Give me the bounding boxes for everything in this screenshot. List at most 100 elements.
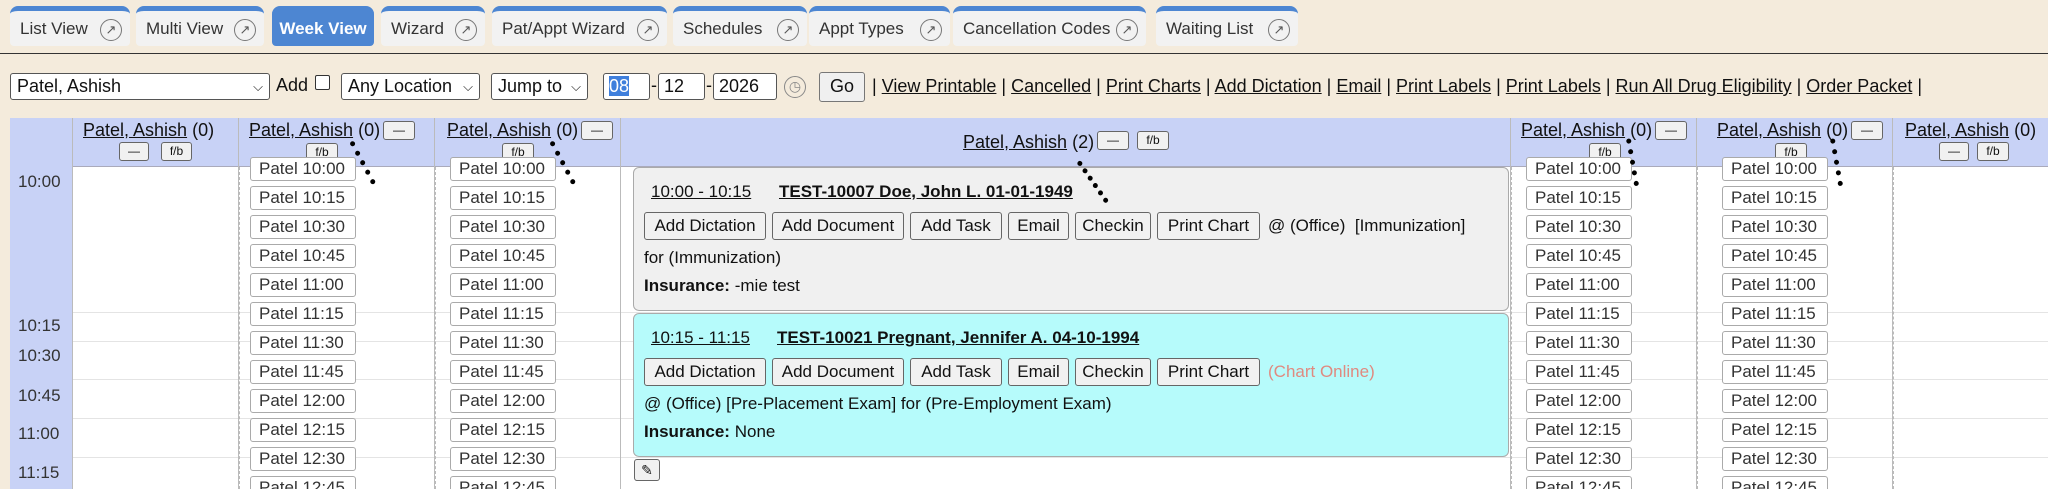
month-input[interactable]: 08 [603,73,650,100]
tab-schedules[interactable]: Schedules ↗ [673,6,807,46]
email-button[interactable]: Email [1008,212,1069,240]
add-checkbox[interactable] [315,75,330,90]
collapse-button[interactable]: — [1939,142,1969,161]
time-slot[interactable]: Patel 11:00 [450,273,556,297]
appointment-card[interactable]: 10:00 - 10:15 TEST-10007 Doe, John L. 01… [633,167,1509,311]
checkin-button[interactable]: Checkin [1075,358,1151,386]
provider-link[interactable]: Patel, Ashish [83,120,187,140]
collapse-button[interactable]: — [383,121,415,140]
time-slot[interactable]: Patel 12:30 [450,447,556,471]
external-link-icon[interactable]: ↗ [234,19,256,41]
cancelled-link[interactable]: Cancelled [1011,76,1091,96]
tab-wizard[interactable]: Wizard ↗ [381,6,485,46]
appointment-card[interactable]: 10:15 - 11:15 TEST-10021 Pregnant, Jenni… [633,313,1509,457]
time-slot[interactable]: Patel 12:15 [250,418,356,442]
add-task-button[interactable]: Add Task [910,358,1002,386]
time-slot[interactable]: Patel 11:15 [1526,302,1632,326]
jump-to-select[interactable]: Jump to ⌵ [491,73,588,100]
time-slot[interactable]: Patel 12:45 [450,476,556,489]
time-slot[interactable]: Patel 10:00 [1722,157,1828,181]
time-slot[interactable]: Patel 10:00 [450,157,556,181]
location-select[interactable]: Any Location ⌵ [341,73,480,100]
time-slot[interactable]: Patel 11:30 [1722,331,1828,355]
reason-link[interactable]: Pre-Employment Exam [931,394,1106,413]
time-slot[interactable]: Patel 12:30 [1722,447,1828,471]
add-dictation-button[interactable]: Add Dictation [644,212,766,240]
print-chart-button[interactable]: Print Chart [1157,358,1260,386]
time-slot[interactable]: Patel 10:15 [1722,186,1828,210]
checkin-button[interactable]: Checkin [1075,212,1151,240]
print-chart-button[interactable]: Print Chart [1157,212,1260,240]
time-slot[interactable]: Patel 11:15 [450,302,556,326]
order-packet-link[interactable]: Order Packet [1806,76,1912,96]
provider-select[interactable]: Patel, Ashish ⌵ [10,73,270,100]
print-labels-link[interactable]: Print Labels [1396,76,1491,96]
time-slot[interactable]: Patel 12:15 [1722,418,1828,442]
view-printable-link[interactable]: View Printable [882,76,997,96]
time-slot[interactable]: Patel 10:30 [1722,215,1828,239]
time-slot[interactable]: Patel 10:45 [1722,244,1828,268]
time-slot[interactable]: Patel 10:30 [250,215,356,239]
collapse-button[interactable]: — [1851,121,1883,140]
time-slot[interactable]: Patel 10:30 [1526,215,1632,239]
print-labels-link[interactable]: Print Labels [1506,76,1601,96]
external-link-icon[interactable]: ↗ [920,19,942,41]
collapse-button[interactable]: — [581,121,613,140]
run-all-drug-eligibility-link[interactable]: Run All Drug Eligibility [1616,76,1792,96]
tab-pat-appt-wizard[interactable]: Pat/Appt Wizard ↗ [492,6,667,46]
time-slot[interactable]: Patel 12:30 [1526,447,1632,471]
time-slot[interactable]: Patel 10:00 [1526,157,1632,181]
tab-list-view[interactable]: List View ↗ [10,6,130,46]
time-slot[interactable]: Patel 12:00 [450,389,556,413]
time-slot[interactable]: Patel 10:00 [250,157,356,181]
time-slot[interactable]: Patel 11:00 [250,273,356,297]
provider-link[interactable]: Patel, Ashish [963,132,1067,152]
fb-button[interactable]: f/b [161,142,192,161]
provider-link[interactable]: Patel, Ashish [1521,120,1625,140]
time-slot[interactable]: Patel 10:45 [250,244,356,268]
time-slot[interactable]: Patel 11:45 [1722,360,1828,384]
add-dictation-link[interactable]: Add Dictation [1215,76,1322,96]
external-link-icon[interactable]: ↗ [455,19,477,41]
email-button[interactable]: Email [1008,358,1069,386]
time-slot[interactable]: Patel 11:30 [1526,331,1632,355]
time-slot[interactable]: Patel 11:00 [1526,273,1632,297]
appointment-time[interactable]: 10:15 - 11:15 [651,328,750,348]
year-input[interactable]: 2026 [713,73,777,100]
time-slot[interactable]: Patel 11:00 [1722,273,1828,297]
reason-link[interactable]: Immunization [674,248,775,267]
add-dictation-button[interactable]: Add Dictation [644,358,766,386]
time-slot[interactable]: Patel 10:15 [450,186,556,210]
clock-icon[interactable]: ◷ [784,76,806,98]
external-link-icon[interactable]: ↗ [1268,19,1290,41]
tab-waiting-list[interactable]: Waiting List ↗ [1156,6,1298,46]
time-slot[interactable]: Patel 12:00 [250,389,356,413]
time-slot[interactable]: Patel 12:15 [1526,418,1632,442]
collapse-button[interactable]: — [119,142,149,161]
add-document-button[interactable]: Add Document [772,358,904,386]
time-slot[interactable]: Patel 10:30 [450,215,556,239]
edit-note-icon[interactable]: ✎ [634,459,660,481]
day-input[interactable]: 12 [658,73,705,100]
tab-appt-types[interactable]: Appt Types ↗ [809,6,950,46]
time-slot[interactable]: Patel 12:15 [450,418,556,442]
tab-week-view[interactable]: Week View [272,6,374,46]
tab-cancellation-codes[interactable]: Cancellation Codes ↗ [953,6,1146,46]
patient-link[interactable]: TEST-10007 Doe, John L. 01-01-1949 [779,182,1073,202]
collapse-button[interactable]: — [1097,131,1129,150]
provider-link[interactable]: Patel, Ashish [447,120,551,140]
add-document-button[interactable]: Add Document [772,212,904,240]
external-link-icon[interactable]: ↗ [637,19,659,41]
time-slot[interactable]: Patel 11:30 [450,331,556,355]
email-link[interactable]: Email [1336,76,1381,96]
time-slot[interactable]: Patel 10:15 [1526,186,1632,210]
print-charts-link[interactable]: Print Charts [1106,76,1201,96]
time-slot[interactable]: Patel 12:45 [1526,476,1632,489]
time-slot[interactable]: Patel 12:00 [1722,389,1828,413]
go-button[interactable]: Go [819,72,865,102]
collapse-button[interactable]: — [1655,121,1687,140]
time-slot[interactable]: Patel 11:15 [1722,302,1828,326]
provider-link[interactable]: Patel, Ashish [1905,120,2009,140]
external-link-icon[interactable]: ↗ [1116,19,1138,41]
time-slot[interactable]: Patel 12:00 [1526,389,1632,413]
